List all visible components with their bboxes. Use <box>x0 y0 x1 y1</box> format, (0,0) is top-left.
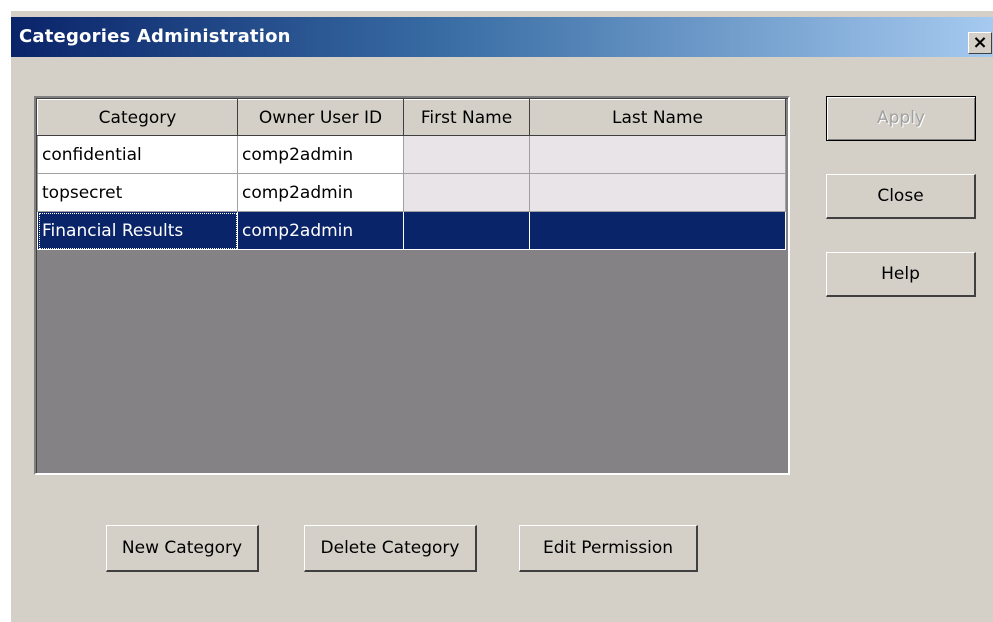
table-row[interactable]: topsecret comp2admin <box>37 173 786 212</box>
column-header-first-name[interactable]: First Name <box>403 99 530 136</box>
new-category-button[interactable]: New Category <box>106 525 259 572</box>
delete-category-button[interactable]: Delete Category <box>304 525 477 572</box>
last-name-cell[interactable] <box>529 135 786 174</box>
categories-table: Category Owner User ID First Name Last N… <box>37 99 786 250</box>
column-header-category[interactable]: Category <box>37 99 238 136</box>
table-row[interactable]: confidential comp2admin <box>37 135 786 174</box>
dialog-title: Categories Administration <box>19 26 291 47</box>
category-cell[interactable]: Financial Results <box>37 211 238 250</box>
owner-cell[interactable]: comp2admin <box>237 211 404 250</box>
close-icon[interactable]: × <box>968 32 992 54</box>
help-button[interactable]: Help <box>826 252 976 297</box>
category-cell[interactable]: topsecret <box>37 173 238 212</box>
category-cell[interactable]: confidential <box>37 135 238 174</box>
first-name-cell[interactable] <box>403 173 530 212</box>
close-button[interactable]: Close <box>826 174 976 219</box>
categories-grid: Category Owner User ID First Name Last N… <box>34 96 790 475</box>
apply-button[interactable]: Apply <box>826 96 976 141</box>
first-name-cell[interactable] <box>403 211 530 250</box>
last-name-cell[interactable] <box>529 173 786 212</box>
owner-cell[interactable]: comp2admin <box>237 135 404 174</box>
owner-cell[interactable]: comp2admin <box>237 173 404 212</box>
table-row-selected[interactable]: Financial Results comp2admin <box>37 211 786 250</box>
last-name-cell[interactable] <box>529 211 786 250</box>
column-header-owner-user-id[interactable]: Owner User ID <box>237 99 404 136</box>
categories-dialog: Categories Administration × Category Own… <box>10 10 993 622</box>
edit-permission-button[interactable]: Edit Permission <box>519 525 698 572</box>
first-name-cell[interactable] <box>403 135 530 174</box>
title-bar[interactable]: Categories Administration × <box>11 17 993 57</box>
table-header-row: Category Owner User ID First Name Last N… <box>37 99 786 136</box>
column-header-last-name[interactable]: Last Name <box>529 99 786 136</box>
grid-body: Category Owner User ID First Name Last N… <box>36 98 788 473</box>
